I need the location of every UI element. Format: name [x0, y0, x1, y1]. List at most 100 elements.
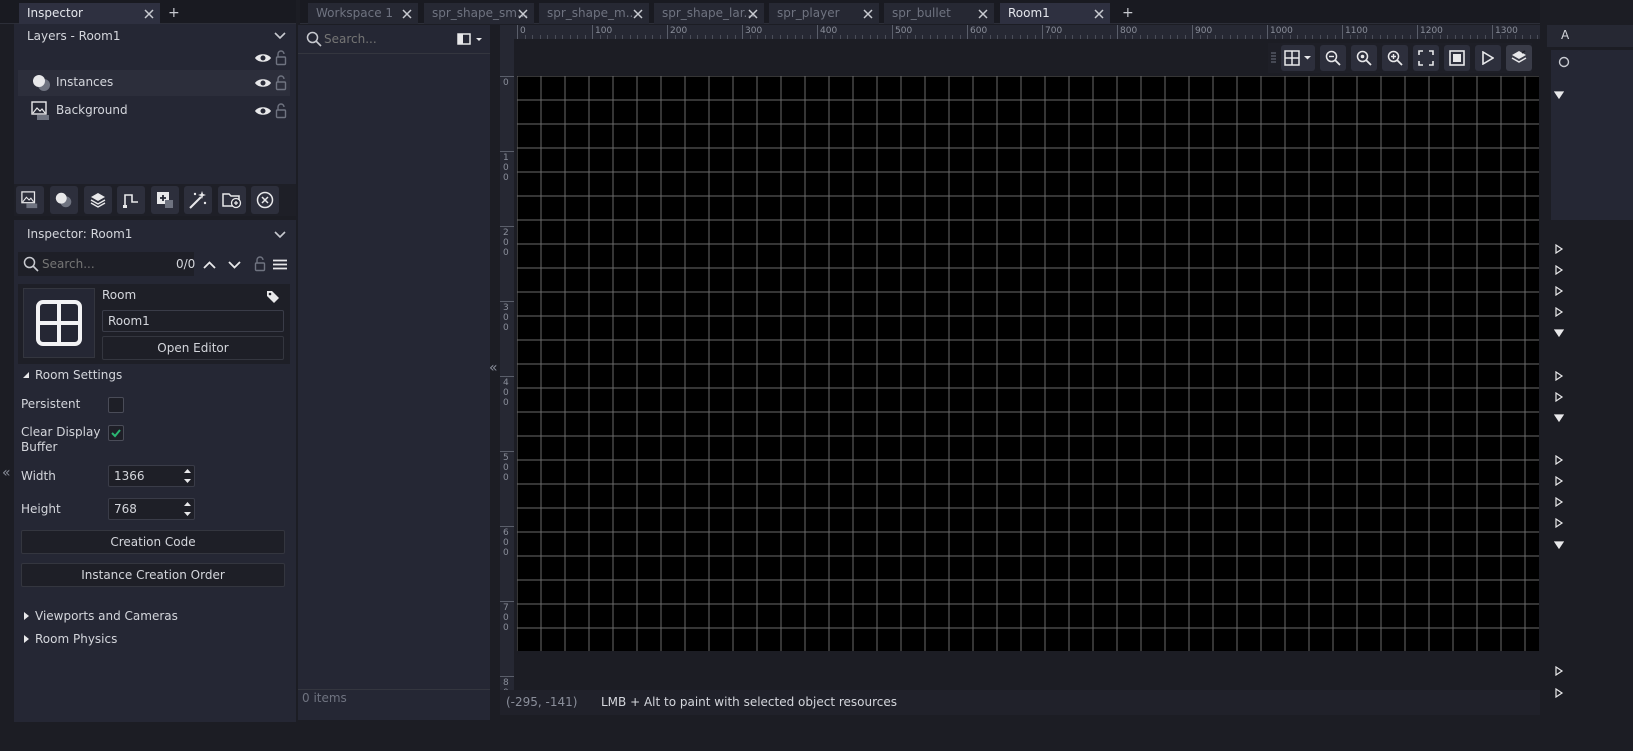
close-icon[interactable]	[402, 9, 412, 19]
close-icon[interactable]	[518, 9, 528, 19]
expanded-triangle-icon[interactable]	[22, 371, 30, 379]
right-tab[interactable]: A	[1547, 25, 1633, 47]
close-icon[interactable]	[863, 9, 873, 19]
width-field[interactable]: 1366	[108, 465, 195, 487]
chevron-down-icon[interactable]	[274, 32, 286, 40]
collapsed-triangle-icon[interactable]	[1554, 244, 1564, 254]
persistent-checkbox[interactable]	[108, 397, 124, 413]
height-field[interactable]: 768	[108, 498, 195, 520]
tag-icon[interactable]	[266, 290, 280, 304]
drag-handle-icon[interactable]	[1271, 52, 1276, 64]
menu-icon[interactable]	[273, 259, 287, 270]
inspector-search[interactable]: 0/0	[18, 252, 195, 276]
grid-toggle-button[interactable]	[1281, 45, 1315, 71]
lock-icon[interactable]	[275, 75, 287, 91]
collapsed-triangle-icon[interactable]	[1554, 666, 1564, 676]
zoom-in-button[interactable]	[1382, 45, 1408, 71]
ruler-minor-tick	[787, 35, 788, 39]
tab-spr-shape-medium[interactable]: spr_shape_m...	[539, 3, 649, 24]
delete-layer-button[interactable]	[251, 186, 279, 214]
tab-spr-player[interactable]: spr_player	[769, 3, 879, 24]
expanded-triangle-icon[interactable]	[1554, 413, 1564, 423]
search-icon[interactable]	[1558, 56, 1572, 70]
close-icon[interactable]	[144, 9, 154, 19]
zoom-reset-button[interactable]	[1351, 45, 1377, 71]
layer-row-background[interactable]: Background	[18, 98, 290, 124]
tab-spr-shape-small[interactable]: spr_shape_sm...	[424, 3, 534, 24]
expanded-triangle-icon[interactable]	[1554, 540, 1564, 550]
expanded-triangle-icon[interactable]	[1554, 90, 1564, 100]
play-button[interactable]	[1475, 45, 1501, 71]
close-icon[interactable]	[1094, 9, 1104, 19]
asset-search[interactable]	[300, 27, 440, 51]
add-effect-layer-button[interactable]	[184, 186, 212, 214]
add-tab-button[interactable]: +	[1122, 3, 1134, 24]
clear-display-checkbox[interactable]	[108, 425, 124, 441]
close-icon[interactable]	[748, 9, 758, 19]
asset-search-input[interactable]	[324, 29, 434, 49]
ruler-minor-tick	[1087, 35, 1088, 39]
stepper-icon[interactable]	[183, 467, 192, 485]
tab-spr-shape-large[interactable]: spr_shape_lar...	[654, 3, 764, 24]
collapsed-triangle-icon[interactable]	[1554, 307, 1564, 317]
collapsed-triangle-icon[interactable]	[1554, 455, 1564, 465]
add-tile-layer-button[interactable]	[84, 186, 112, 214]
tab-spr-bullet[interactable]: spr_bullet	[884, 3, 994, 24]
tab-room1[interactable]: Room1	[1000, 3, 1110, 24]
lock-icon[interactable]	[275, 50, 287, 66]
collapsed-triangle-icon[interactable]	[1554, 265, 1564, 275]
lock-icon[interactable]	[254, 256, 266, 272]
ruler-minor-tick	[1349, 35, 1351, 39]
collapsed-triangle-icon[interactable]	[1554, 497, 1564, 507]
room-physics-header[interactable]: Room Physics	[35, 632, 117, 646]
layer-row-instances[interactable]: Instances	[18, 70, 290, 96]
instance-creation-order-button[interactable]: Instance Creation Order	[21, 563, 285, 587]
chevron-down-icon[interactable]	[274, 231, 286, 239]
eye-icon[interactable]	[254, 52, 272, 64]
ruler-tick	[1117, 25, 1118, 39]
close-icon[interactable]	[978, 9, 988, 19]
close-icon[interactable]	[633, 9, 643, 19]
collapsed-triangle-icon[interactable]	[1554, 476, 1564, 486]
add-background-layer-button[interactable]	[16, 186, 44, 214]
viewports-header[interactable]: Viewports and Cameras	[35, 609, 178, 623]
frame-button[interactable]	[1444, 45, 1470, 71]
creation-code-button[interactable]: Creation Code	[21, 530, 285, 554]
collapsed-triangle-icon[interactable]	[1554, 518, 1564, 528]
layer-row-room[interactable]	[18, 46, 290, 72]
chevron-up-icon[interactable]	[203, 261, 216, 269]
room-settings-header[interactable]: Room Settings	[35, 368, 122, 382]
add-instance-layer-button[interactable]	[50, 186, 78, 214]
view-mode-icon[interactable]	[457, 33, 483, 45]
add-path-layer-button[interactable]	[117, 186, 145, 214]
inspector-search-input[interactable]	[42, 254, 162, 274]
divider	[298, 53, 490, 54]
fullscreen-button[interactable]	[1413, 45, 1439, 71]
collapse-browser-icon[interactable]: «	[489, 360, 498, 376]
add-asset-layer-button[interactable]	[151, 186, 179, 214]
collapsed-triangle-icon[interactable]	[23, 611, 30, 621]
ruler-minor-tick	[1507, 35, 1508, 39]
chevron-down-icon[interactable]	[228, 261, 241, 269]
room-name-field[interactable]: Room1	[102, 310, 284, 332]
zoom-out-button[interactable]	[1320, 45, 1346, 71]
lock-icon[interactable]	[275, 103, 287, 119]
collapsed-triangle-icon[interactable]	[1554, 286, 1564, 296]
add-folder-button[interactable]	[218, 186, 246, 214]
collapse-left-icon[interactable]: «	[2, 465, 11, 481]
expanded-triangle-icon[interactable]	[1554, 328, 1564, 338]
eye-icon[interactable]	[254, 105, 272, 117]
tab-workspace-1[interactable]: Workspace 1	[308, 3, 418, 24]
collapsed-triangle-icon[interactable]	[1554, 371, 1564, 381]
add-tab-button[interactable]: +	[168, 3, 180, 24]
collapsed-triangle-icon[interactable]	[1554, 392, 1564, 402]
tab-inspector[interactable]: Inspector	[19, 3, 160, 24]
ruler-minor-tick	[854, 35, 856, 39]
room-canvas[interactable]	[517, 76, 1539, 651]
stepper-icon[interactable]	[183, 500, 192, 518]
eye-icon[interactable]	[254, 77, 272, 89]
open-editor-button[interactable]: Open Editor	[102, 336, 284, 360]
collapsed-triangle-icon[interactable]	[23, 634, 30, 644]
collapsed-triangle-icon[interactable]	[1554, 688, 1564, 698]
layers-toggle-button[interactable]	[1506, 45, 1532, 71]
